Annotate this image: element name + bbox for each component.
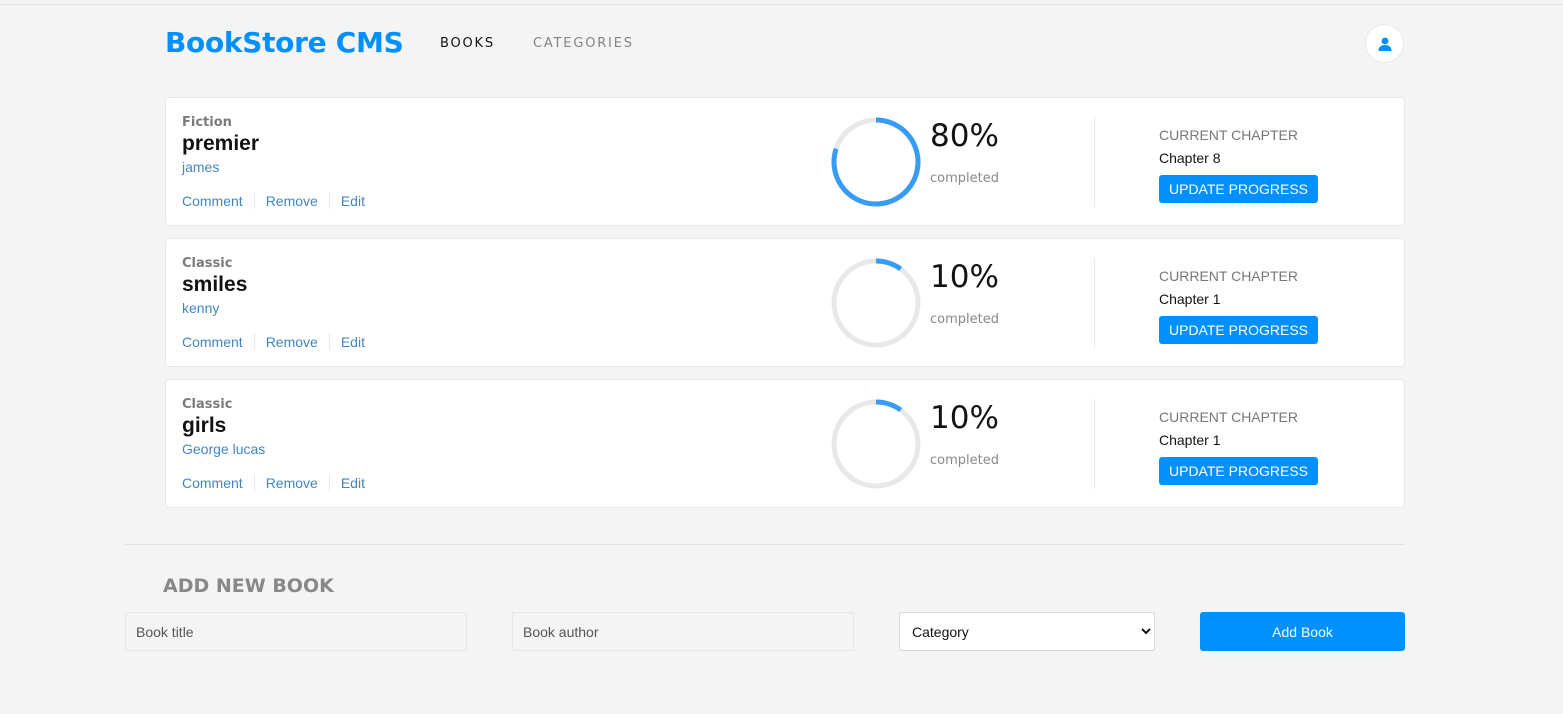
remove-button[interactable]: Remove bbox=[266, 475, 318, 491]
book-title: premier bbox=[182, 132, 260, 155]
book-card: Classic girls George lucas Comment Remov… bbox=[165, 379, 1405, 508]
action-divider bbox=[328, 193, 330, 209]
update-progress-button[interactable]: UPDATE PROGRESS bbox=[1159, 457, 1318, 485]
comment-button[interactable]: Comment bbox=[182, 193, 243, 209]
top-rule bbox=[0, 4, 1563, 5]
update-progress-button[interactable]: UPDATE PROGRESS bbox=[1159, 316, 1318, 344]
book-title-input[interactable] bbox=[125, 612, 467, 651]
update-progress-button[interactable]: UPDATE PROGRESS bbox=[1159, 175, 1318, 203]
book-card: Classic smiles kenny Comment Remove Edit… bbox=[165, 238, 1405, 367]
edit-button[interactable]: Edit bbox=[341, 334, 365, 350]
action-divider bbox=[328, 475, 330, 491]
card-divider bbox=[1094, 117, 1095, 207]
action-divider bbox=[253, 475, 255, 491]
progress-percent: 10% bbox=[930, 259, 999, 295]
remove-button[interactable]: Remove bbox=[266, 334, 318, 350]
user-button[interactable] bbox=[1365, 24, 1404, 63]
edit-button[interactable]: Edit bbox=[341, 193, 365, 209]
edit-button[interactable]: Edit bbox=[341, 475, 365, 491]
action-divider bbox=[253, 334, 255, 350]
current-chapter-label: CURRENT CHAPTER bbox=[1159, 409, 1298, 425]
progress-completed-label: completed bbox=[930, 171, 999, 186]
book-actions: Comment Remove Edit bbox=[182, 334, 365, 350]
user-icon bbox=[1378, 37, 1391, 51]
logo[interactable]: BookStore CMS bbox=[165, 26, 404, 59]
form-divider bbox=[125, 544, 1405, 545]
nav-categories[interactable]: CATEGORIES bbox=[533, 36, 634, 51]
progress-track bbox=[831, 258, 921, 348]
current-chapter-label: CURRENT CHAPTER bbox=[1159, 127, 1298, 143]
action-divider bbox=[253, 193, 255, 209]
progress-completed-label: completed bbox=[930, 453, 999, 468]
progress-ring bbox=[831, 117, 921, 207]
book-author[interactable]: George lucas bbox=[182, 441, 265, 457]
progress-percent: 10% bbox=[930, 400, 999, 436]
current-chapter: Chapter 8 bbox=[1159, 150, 1221, 166]
add-book-button[interactable]: Add Book bbox=[1200, 612, 1405, 651]
card-divider bbox=[1094, 258, 1095, 348]
comment-button[interactable]: Comment bbox=[182, 334, 243, 350]
book-author-input[interactable] bbox=[512, 612, 854, 651]
book-author[interactable]: kenny bbox=[182, 300, 219, 316]
comment-button[interactable]: Comment bbox=[182, 475, 243, 491]
current-chapter-label: CURRENT CHAPTER bbox=[1159, 268, 1298, 284]
book-author[interactable]: james bbox=[182, 159, 219, 175]
add-book-heading: ADD NEW BOOK bbox=[163, 575, 334, 597]
book-title: girls bbox=[182, 414, 227, 437]
book-card: Fiction premier james Comment Remove Edi… bbox=[165, 97, 1405, 226]
progress-completed-label: completed bbox=[930, 312, 999, 327]
card-divider bbox=[1094, 399, 1095, 489]
book-genre: Classic bbox=[182, 256, 233, 271]
remove-button[interactable]: Remove bbox=[266, 193, 318, 209]
book-genre: Fiction bbox=[182, 115, 232, 130]
progress-percent: 80% bbox=[930, 118, 999, 154]
nav-books[interactable]: BOOKS bbox=[440, 36, 495, 51]
action-divider bbox=[328, 334, 330, 350]
progress-ring bbox=[831, 399, 921, 489]
progress-track bbox=[831, 399, 921, 489]
book-actions: Comment Remove Edit bbox=[182, 475, 365, 491]
book-actions: Comment Remove Edit bbox=[182, 193, 365, 209]
category-select[interactable]: Category bbox=[899, 612, 1155, 651]
progress-ring bbox=[831, 258, 921, 348]
book-title: smiles bbox=[182, 273, 248, 296]
current-chapter: Chapter 1 bbox=[1159, 432, 1221, 448]
current-chapter: Chapter 1 bbox=[1159, 291, 1221, 307]
book-genre: Classic bbox=[182, 397, 233, 412]
